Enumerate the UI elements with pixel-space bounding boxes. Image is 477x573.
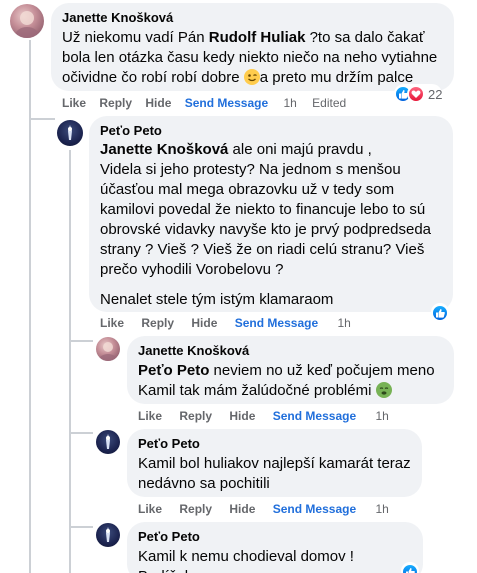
winking-face-emoji-icon <box>243 69 260 85</box>
like-reaction-icon <box>401 563 419 573</box>
thread-line-branch-1 <box>29 118 55 120</box>
comment-text-line: prečo vyhodili Vorobelovu ? <box>100 261 284 278</box>
like-button[interactable]: Like <box>100 315 124 331</box>
like-button[interactable]: Like <box>62 95 86 111</box>
send-message-button[interactable]: Send Message <box>273 408 356 424</box>
reactions-summary[interactable] <box>431 303 449 323</box>
hide-button[interactable]: Hide <box>145 95 171 111</box>
comment-text: Už niekomu vadí Pán Rudolf Huliak ?to sa… <box>62 28 443 88</box>
comment-text-line: obrovské vidavky navyše kto je prvý podp… <box>100 221 432 238</box>
like-button[interactable]: Like <box>138 501 162 517</box>
profile-photo-icon <box>106 434 110 449</box>
comment-author[interactable]: Peťo Peto <box>100 123 442 139</box>
reply-author[interactable]: Peťo Peto <box>138 436 411 452</box>
love-reaction-icon <box>407 85 425 103</box>
mention-link[interactable]: Peťo Peto <box>138 362 209 379</box>
send-message-button[interactable]: Send Message <box>273 501 356 517</box>
comment-text-part: Už niekomu vadí Pán <box>62 29 209 46</box>
hide-button[interactable]: Hide <box>229 501 255 517</box>
comment-text-part: ?to sa dalo čakať <box>305 29 425 46</box>
thread-line-branch-3 <box>69 432 93 434</box>
timestamp[interactable]: 1h <box>337 315 350 331</box>
comment-text-line: účasťou mal mega obrazovku už v tedy som <box>100 181 395 198</box>
comment-actions: Like Reply Hide Send Message 1h Edited <box>62 95 346 111</box>
reply-text-part: Kamil tak mám žalúdočné problémi <box>138 382 376 399</box>
reply-author[interactable]: Peťo Peto <box>138 529 412 545</box>
comment-text-closing: Nenalet stele tým istým klamaraom <box>100 291 334 308</box>
send-message-button[interactable]: Send Message <box>185 95 268 111</box>
reactions-summary[interactable]: 22 <box>394 84 443 104</box>
reply-actions: Like Reply Hide Send Message 1h <box>138 408 389 424</box>
avatar[interactable] <box>10 4 44 38</box>
thread-line-sub <box>69 150 71 573</box>
thread-line-branch-2 <box>69 340 93 342</box>
like-button[interactable]: Like <box>138 408 162 424</box>
timestamp[interactable]: 1h <box>283 95 296 111</box>
send-message-button[interactable]: Send Message <box>235 315 318 331</box>
reply-text-part: Kamil bol huliakov najlepší kamarát tera… <box>138 455 411 472</box>
reply-button[interactable]: Reply <box>99 95 132 111</box>
avatar[interactable] <box>57 120 83 146</box>
nauseated-face-emoji-icon <box>375 382 392 398</box>
comment-text-part: bola len otázka času kedy niekto niečo n… <box>62 49 438 66</box>
reply-text: Kamil bol huliakov najlepší kamarát tera… <box>138 454 411 494</box>
reply-text: Peťo Peto neviem no už keď počujem meno … <box>138 361 443 401</box>
profile-photo-icon <box>106 527 110 542</box>
reply-button[interactable]: Reply <box>179 408 212 424</box>
hide-button[interactable]: Hide <box>191 315 217 331</box>
reply-actions: Like Reply Hide Send Message 1h <box>138 501 389 517</box>
comment-actions: Like Reply Hide Send Message 1h <box>100 315 351 331</box>
thread-line-branch-4 <box>69 526 93 528</box>
mention-link[interactable]: Janette Knošková <box>100 141 228 158</box>
comment-text-part: očividne čo robí robí dobre <box>62 69 244 86</box>
comment-text-part: ale oni majú pravdu , <box>228 141 372 158</box>
avatar[interactable] <box>96 523 120 547</box>
hide-button[interactable]: Hide <box>229 408 255 424</box>
reply-button[interactable]: Reply <box>141 315 174 331</box>
reply-bubble: Janette Knošková Peťo Peto neviem no už … <box>127 336 454 404</box>
avatar[interactable] <box>96 337 120 361</box>
comment-text-line: Videla si jeho protesty? Na jednom s men… <box>100 161 401 178</box>
timestamp[interactable]: 1h <box>375 501 388 517</box>
reply-author[interactable]: Janette Knošková <box>138 343 443 359</box>
avatar[interactable] <box>96 430 120 454</box>
comment-bubble: Janette Knošková Už niekomu vadí Pán Rud… <box>51 3 454 91</box>
comment-text-part: a preto mu držím palce <box>259 69 414 86</box>
reply-bubble: Peťo Peto Kamil bol huliakov najlepší ka… <box>127 429 422 497</box>
reactions-summary[interactable] <box>401 562 419 573</box>
reaction-count: 22 <box>428 86 443 102</box>
timestamp[interactable]: 1h <box>375 408 388 424</box>
reply-text: Kamil k nemu chodieval domov ! Budíček <box>138 548 354 573</box>
comment-text: Janette Knošková ale oni majú pravdu , V… <box>100 140 442 280</box>
like-reaction-icon <box>431 304 449 322</box>
comment-text-line: strany ? Vieš ? Vieš že on riadi celú st… <box>100 241 425 258</box>
edited-label[interactable]: Edited <box>312 95 346 111</box>
comment-text-line: kamilovi povedal že niekto to financuje … <box>100 201 426 218</box>
comment-author[interactable]: Janette Knošková <box>62 10 443 26</box>
reply-bubble: Peťo Peto Kamil k nemu chodieval domov !… <box>127 522 423 573</box>
profile-photo-icon <box>68 125 72 140</box>
profile-photo-icon <box>99 342 117 361</box>
comment-bubble: Peťo Peto Janette Knošková ale oni majú … <box>89 116 453 312</box>
reply-button[interactable]: Reply <box>179 501 212 517</box>
profile-photo-icon <box>15 11 39 38</box>
mention-link[interactable]: Rudolf Huliak <box>209 29 306 46</box>
reply-text-part: nedávno sa pochitili <box>138 475 270 492</box>
reply-text-part: neviem no už keď počujem meno <box>209 362 435 379</box>
